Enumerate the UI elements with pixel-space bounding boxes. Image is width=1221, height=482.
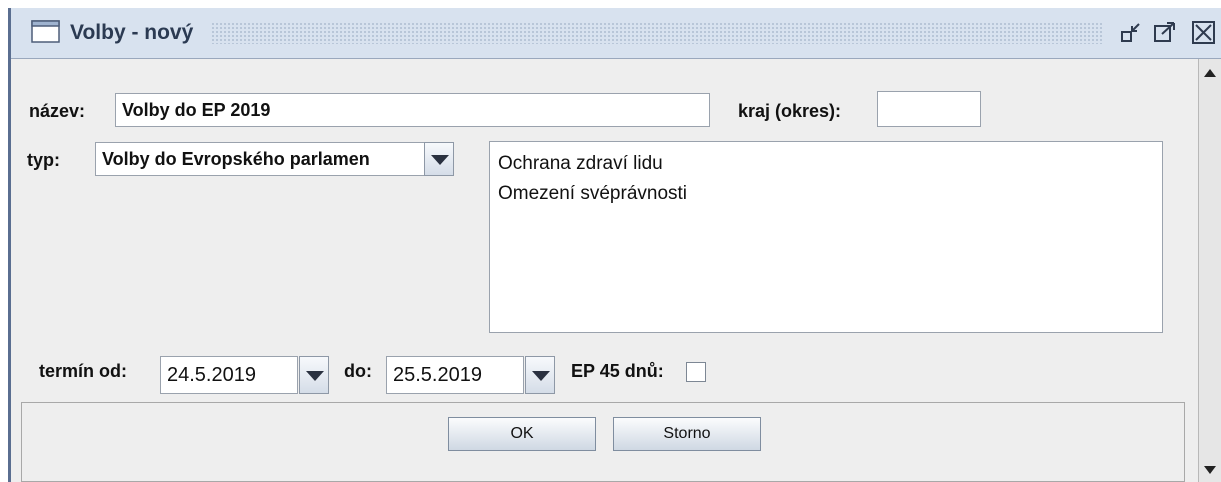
chevron-down-icon	[532, 371, 550, 381]
window-icon	[31, 20, 60, 43]
ep45-checkbox[interactable]	[686, 362, 706, 382]
do-dropdown-button[interactable]	[525, 356, 555, 394]
nazev-input[interactable]: Volby do EP 2019	[115, 93, 710, 127]
maximize-icon[interactable]	[1152, 20, 1178, 46]
termin-od-label: termín od:	[39, 361, 127, 381]
button-panel	[21, 402, 1185, 482]
nazev-label: název:	[29, 101, 86, 121]
typ-label: typ:	[27, 150, 60, 170]
title-bar-pattern	[211, 22, 1103, 44]
chevron-down-icon	[306, 371, 324, 381]
title-bar[interactable]: Volby - nový	[11, 8, 1221, 59]
ep45-label: EP 45 dnů:	[571, 361, 664, 381]
storno-button[interactable]: Storno	[613, 417, 761, 451]
list-item[interactable]: Ochrana zdraví lidu	[498, 153, 663, 175]
chevron-down-icon	[431, 155, 449, 165]
list-item[interactable]: Omezení svéprávnosti	[498, 183, 687, 205]
ok-button[interactable]: OK	[448, 417, 596, 451]
window-title: Volby - nový	[70, 21, 194, 44]
scroll-down-icon[interactable]	[1204, 466, 1216, 474]
topics-list[interactable]: Ochrana zdraví lidu Omezení svéprávnosti	[489, 141, 1163, 333]
kraj-label: kraj (okres):	[738, 101, 842, 121]
vertical-scrollbar[interactable]	[1198, 59, 1221, 482]
kraj-input[interactable]	[877, 91, 981, 127]
do-input[interactable]: 25.5.2019	[386, 356, 524, 394]
scroll-up-icon[interactable]	[1204, 69, 1216, 77]
close-icon[interactable]	[1191, 20, 1217, 46]
termin-od-input[interactable]: 24.5.2019	[160, 356, 298, 394]
typ-select[interactable]: Volby do Evropského parlamen	[95, 142, 425, 176]
iconify-icon[interactable]	[1118, 20, 1144, 46]
termin-od-dropdown-button[interactable]	[299, 356, 329, 394]
do-label: do:	[344, 361, 372, 381]
typ-dropdown-button[interactable]	[424, 142, 454, 176]
dialog-content: název: Volby do EP 2019 kraj (okres): ty…	[11, 59, 1198, 482]
dialog-window: Volby - nový název: Volby do EP 2019 kra…	[8, 8, 1221, 482]
